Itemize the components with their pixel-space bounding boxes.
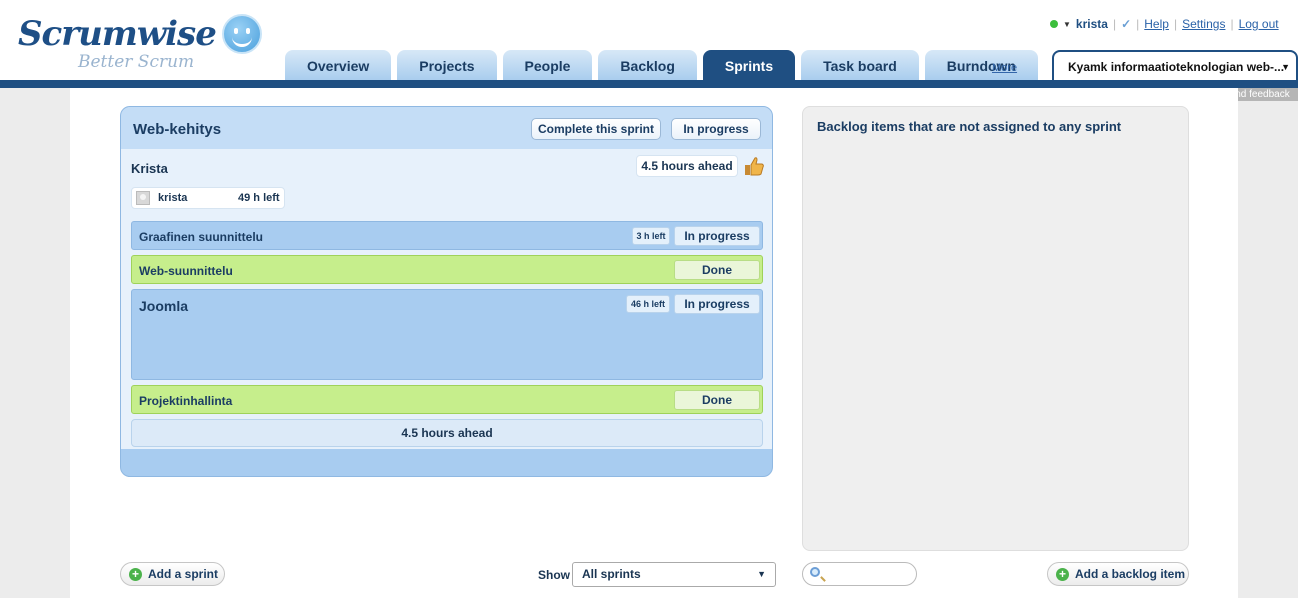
add-sprint-button[interactable]: + Add a sprint [120,562,225,586]
thumbs-up-icon [745,157,764,176]
divider: | [1112,17,1117,31]
online-status-icon [1050,20,1058,28]
add-icon: + [129,568,142,581]
smiley-logo-icon [222,14,262,54]
user-chip-name: krista [158,192,188,204]
team-member-name: Krista [131,161,168,176]
backlog-item-row[interactable]: Web-suunnittelu Done [131,255,763,284]
item-status-button[interactable]: In progress [674,226,760,246]
user-menu-caret-icon[interactable]: ▼ [1063,20,1071,29]
sprint-status-button[interactable]: In progress [671,118,761,140]
sprint-filter-value: All sprints [582,567,641,581]
add-icon: + [1056,568,1069,581]
tab-overview[interactable]: Overview [285,50,392,80]
add-sprint-label: Add a sprint [148,567,219,581]
scrumwise-logo[interactable]: Scrumwise Better Scrum [18,14,217,72]
item-title: Graafinen suunnittelu [139,230,264,244]
sprint-card: Web-kehitys Complete this sprint In prog… [120,106,773,477]
item-title: Joomla [139,298,189,314]
member-ahead-badge: 4.5 hours ahead [636,155,738,177]
backlog-search-input[interactable] [802,562,917,586]
complete-sprint-button[interactable]: Complete this sprint [531,118,661,140]
top-header: Scrumwise Better Scrum ▼ krista | ✓ | He… [0,0,1298,88]
show-label: Show [538,568,570,582]
divider: | [1230,17,1234,31]
search-icon [810,567,820,577]
checkmark-icon[interactable]: ✓ [1121,17,1131,31]
item-title: Projektinhallinta [139,394,233,408]
project-selector[interactable]: Kyamk informaatioteknologian web-... ▼ [1052,50,1298,82]
item-title: Web-suunnittelu [139,264,233,278]
chevron-down-icon: ▼ [1281,62,1290,72]
help-link[interactable]: Help [1144,17,1169,31]
chevron-down-icon: ▼ [757,569,766,579]
unassigned-backlog-panel: Backlog items that are not assigned to a… [802,106,1189,551]
backlog-item-row[interactable]: Joomla 46 h left In progress [131,289,763,380]
item-status-button[interactable]: Done [674,260,760,280]
item-status-button[interactable]: In progress [674,294,760,314]
add-backlog-item-button[interactable]: + Add a backlog item [1047,562,1189,586]
tab-sprints[interactable]: Sprints [702,50,796,80]
sprint-title[interactable]: Web-kehitys [133,121,221,138]
tab-burndown[interactable]: Burndown [924,50,1038,80]
backlog-item-row[interactable]: Graafinen suunnittelu 3 h left In progre… [131,221,763,250]
item-status-button[interactable]: Done [674,390,760,410]
backlog-panel-title: Backlog items that are not assigned to a… [817,119,1122,134]
add-backlog-item-label: Add a backlog item [1075,567,1186,581]
tab-projects[interactable]: Projects [397,50,497,80]
item-hours-left: 3 h left [632,227,670,245]
divider: | [1136,17,1140,31]
more-tabs-link[interactable]: More [992,62,1017,74]
backlog-item-row[interactable]: Projektinhallinta Done [131,385,763,414]
header-bar [0,80,1298,88]
project-selector-value: Kyamk informaatioteknologian web-... [1068,60,1285,74]
sprint-filter-select[interactable]: All sprints ▼ [572,562,776,587]
item-hours-left: 46 h left [626,295,670,313]
user-navigation: ▼ krista | ✓ | Help | Settings | Log out [1050,17,1279,31]
logo-wordmark: Scrumwise [18,14,217,54]
tab-people[interactable]: People [502,50,593,80]
logo-tagline: Better Scrum [78,52,195,72]
avatar [136,191,150,205]
user-hours-left: 49 h left [238,192,280,204]
sprint-header: Web-kehitys Complete this sprint In prog… [121,107,772,149]
tab-backlog[interactable]: Backlog [598,50,697,80]
tab-task-board[interactable]: Task board [801,50,919,80]
settings-link[interactable]: Settings [1182,17,1225,31]
user-chip[interactable]: krista 49 h left [131,187,285,209]
logout-link[interactable]: Log out [1239,17,1279,31]
sprint-total-ahead: 4.5 hours ahead [131,419,763,447]
sprint-body: Krista 4.5 hours ahead krista 49 h left … [121,149,772,449]
username[interactable]: krista [1076,17,1108,31]
main-tabs: Overview Projects People Backlog Sprints… [285,50,1038,80]
divider: | [1173,17,1178,31]
